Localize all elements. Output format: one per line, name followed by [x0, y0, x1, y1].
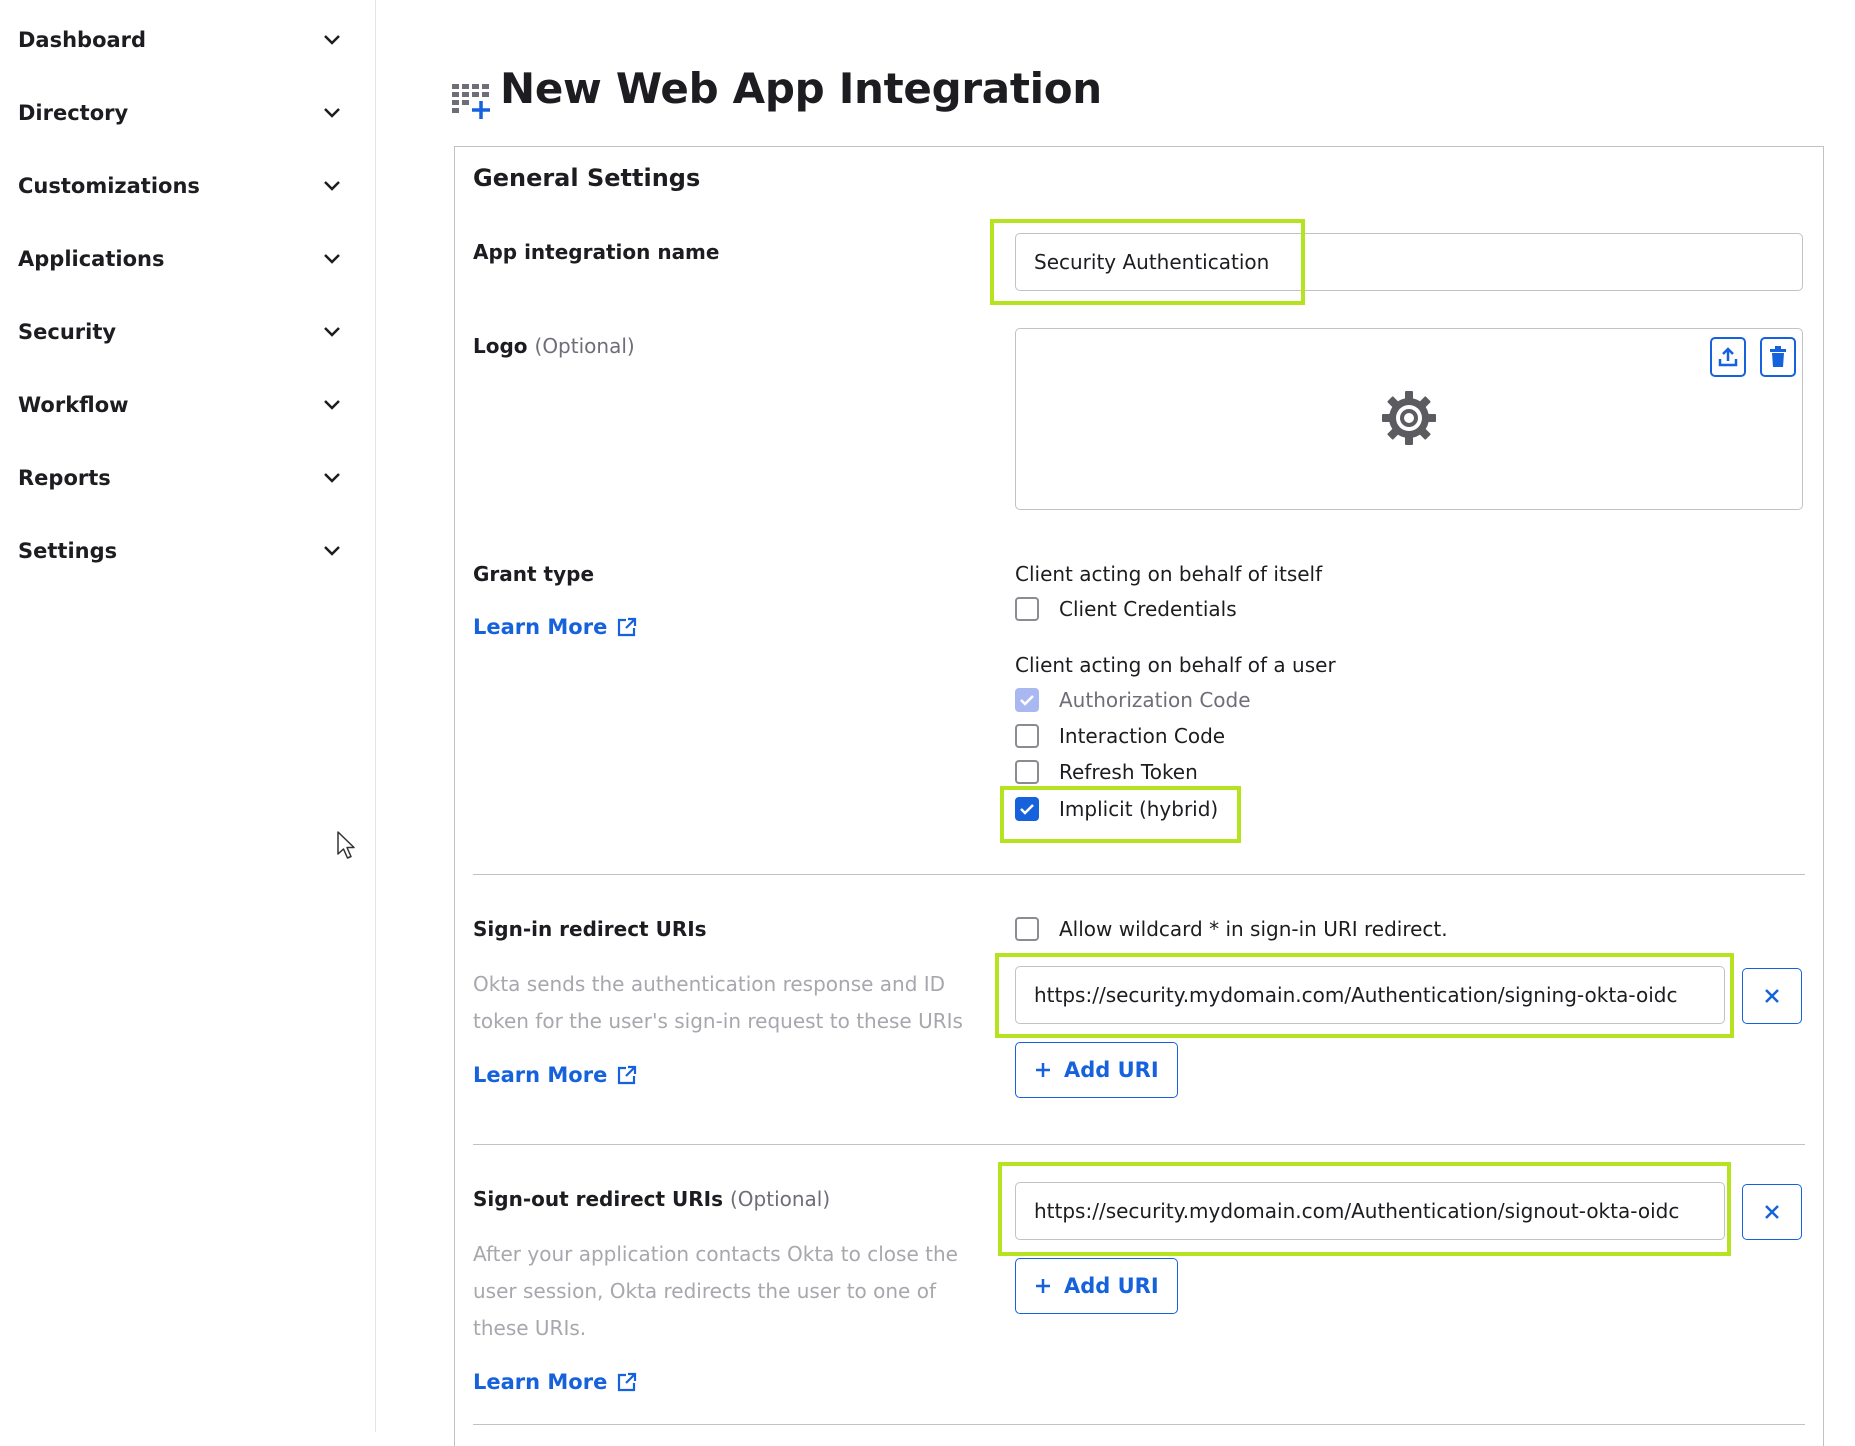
checkbox-label: Refresh Token [1059, 760, 1198, 784]
trash-icon [1770, 346, 1786, 367]
plus-icon [1036, 1063, 1050, 1077]
sidebar-item-applications[interactable]: Applications [18, 239, 346, 279]
logo-dropzone[interactable] [1015, 328, 1803, 510]
chevron-down-icon [318, 99, 346, 127]
chevron-down-icon [318, 391, 346, 419]
checkbox-label: Allow wildcard * in sign-in URI redirect… [1059, 917, 1448, 941]
external-link-icon [618, 1372, 637, 1392]
checkbox-box[interactable] [1015, 760, 1039, 784]
sidebar-item-customizations[interactable]: Customizations [18, 166, 346, 206]
learn-more-text: Learn More [473, 1370, 608, 1394]
section-divider [473, 1424, 1805, 1425]
delete-logo-button[interactable] [1760, 337, 1796, 377]
sidebar-item-label: Workflow [18, 393, 129, 417]
sidebar-item-label: Customizations [18, 174, 200, 198]
signin-redirect-label: Sign-in redirect URIs [473, 917, 707, 941]
grant-group-user-heading: Client acting on behalf of a user [1015, 653, 1336, 677]
add-signout-uri-button[interactable]: Add URI [1015, 1258, 1178, 1314]
chevron-down-icon [318, 26, 346, 54]
logo-label-text: Logo [473, 334, 528, 358]
checkbox-label: Authorization Code [1059, 688, 1251, 712]
sidebar: Dashboard Directory Customizations Appli… [0, 0, 376, 1432]
optional-tag: (Optional) [534, 334, 635, 358]
plus-icon [1036, 1279, 1050, 1293]
signout-uri-input[interactable] [1015, 1182, 1725, 1240]
chevron-down-icon [318, 172, 346, 200]
sidebar-item-label: Security [18, 320, 117, 344]
section-title: General Settings [473, 164, 701, 192]
signin-description: Okta sends the authentication response a… [473, 972, 963, 1033]
section-divider [473, 1144, 1805, 1145]
allow-wildcard-checkbox[interactable]: Allow wildcard * in sign-in URI redirect… [1015, 917, 1448, 941]
checkbox-box[interactable] [1015, 597, 1039, 621]
client-credentials-checkbox[interactable]: Client Credentials [1015, 597, 1237, 621]
close-icon [1765, 1205, 1779, 1219]
external-link-icon [618, 617, 637, 637]
optional-tag: (Optional) [729, 1187, 831, 1211]
learn-more-text: Learn More [473, 615, 608, 639]
external-link-icon [618, 1065, 637, 1085]
grant-group-self-heading: Client acting on behalf of itself [1015, 562, 1323, 586]
chevron-down-icon [318, 537, 346, 565]
remove-signin-uri-button[interactable] [1742, 968, 1802, 1024]
add-signin-uri-button[interactable]: Add URI [1015, 1042, 1178, 1098]
refresh-token-checkbox[interactable]: Refresh Token [1015, 760, 1198, 784]
close-icon [1765, 989, 1779, 1003]
checkbox-label: Client Credentials [1059, 597, 1237, 621]
checkbox-box[interactable] [1015, 724, 1039, 748]
sidebar-item-label: Applications [18, 247, 165, 271]
interaction-code-checkbox[interactable]: Interaction Code [1015, 724, 1225, 748]
app-grid-add-icon [452, 84, 490, 119]
app-name-input[interactable] [1015, 233, 1803, 291]
sidebar-item-label: Reports [18, 466, 111, 490]
sidebar-item-directory[interactable]: Directory [18, 93, 346, 133]
checkbox-box[interactable] [1015, 917, 1039, 941]
sidebar-item-security[interactable]: Security [18, 312, 346, 352]
sidebar-item-workflow[interactable]: Workflow [18, 385, 346, 425]
grant-type-learn-more-link[interactable]: Learn More [473, 615, 637, 639]
add-uri-label: Add URI [1064, 1058, 1159, 1082]
gear-icon [1382, 391, 1436, 445]
page-title: New Web App Integration [500, 64, 1102, 113]
mouse-cursor-icon [337, 831, 355, 859]
chevron-down-icon [318, 318, 346, 346]
upload-icon [1718, 347, 1738, 367]
signout-description: After your application contacts Okta to … [473, 1242, 958, 1340]
remove-signout-uri-button[interactable] [1742, 1184, 1802, 1240]
checkbox-box[interactable] [1015, 797, 1039, 821]
chevron-down-icon [318, 464, 346, 492]
sidebar-item-label: Dashboard [18, 28, 147, 52]
add-uri-label: Add URI [1064, 1274, 1159, 1298]
upload-logo-button[interactable] [1710, 337, 1746, 377]
sidebar-item-label: Settings [18, 539, 118, 563]
chevron-down-icon [318, 245, 346, 273]
grant-type-label: Grant type [473, 562, 595, 586]
signout-label-text: Sign-out redirect URIs [473, 1187, 724, 1211]
signin-uri-input[interactable] [1015, 966, 1725, 1024]
check-icon [1020, 804, 1034, 815]
sidebar-item-settings[interactable]: Settings [18, 531, 346, 571]
authorization-code-checkbox: Authorization Code [1015, 688, 1251, 712]
sidebar-item-reports[interactable]: Reports [18, 458, 346, 498]
app-name-label: App integration name [473, 240, 720, 264]
checkbox-box [1015, 688, 1039, 712]
sidebar-item-dashboard[interactable]: Dashboard [18, 20, 346, 60]
checkbox-label: Interaction Code [1059, 724, 1226, 748]
signout-redirect-label: Sign-out redirect URIs (Optional) [473, 1187, 830, 1211]
checkbox-label: Implicit (hybrid) [1059, 797, 1219, 821]
signin-learn-more-link[interactable]: Learn More [473, 1063, 637, 1087]
signout-learn-more-link[interactable]: Learn More [473, 1370, 637, 1394]
implicit-hybrid-checkbox[interactable]: Implicit (hybrid) [1015, 797, 1218, 821]
logo-label: Logo (Optional) [473, 334, 635, 358]
section-divider [473, 874, 1805, 875]
sidebar-item-label: Directory [18, 101, 129, 125]
check-icon [1020, 695, 1034, 706]
learn-more-text: Learn More [473, 1063, 608, 1087]
